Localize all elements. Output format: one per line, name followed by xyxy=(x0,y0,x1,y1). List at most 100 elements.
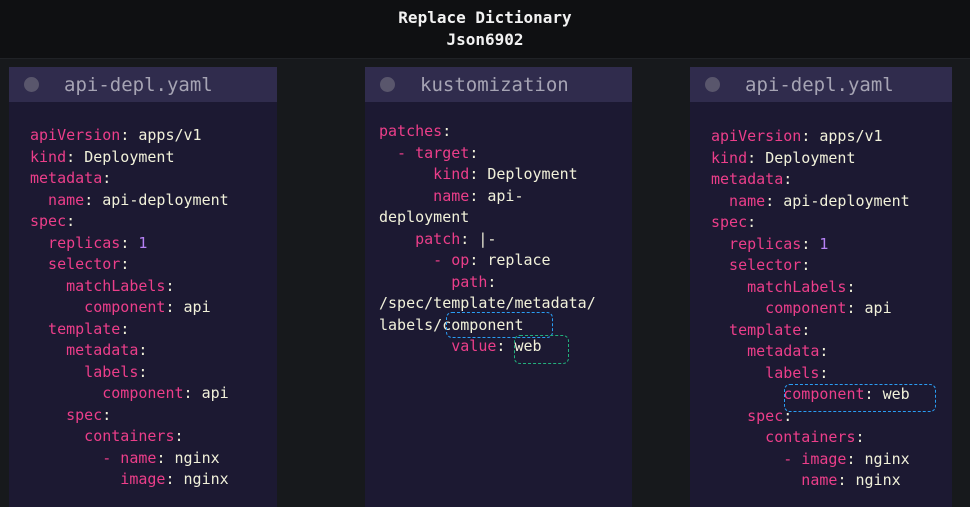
yaml-key: name xyxy=(30,190,85,209)
yaml-key: kind xyxy=(711,148,748,167)
yaml-colon: : xyxy=(801,234,820,253)
yaml-colon: : xyxy=(469,143,479,162)
yaml-value: api xyxy=(201,384,229,402)
yaml-colon: : xyxy=(183,384,202,402)
yaml-colon: : xyxy=(102,405,112,424)
title-line-2: Json6902 xyxy=(446,30,524,49)
code-line: metadata: xyxy=(30,340,229,362)
yaml-colon: : xyxy=(819,363,829,382)
yaml-key: component xyxy=(711,299,847,317)
yaml-value: api-deployment xyxy=(783,191,910,210)
code-line: name: api-deployment xyxy=(711,191,910,213)
code-line: component: api xyxy=(30,297,229,319)
yaml-colon: : xyxy=(442,122,452,140)
yaml-value: api- xyxy=(487,186,524,205)
yaml-value: api xyxy=(864,299,892,317)
code-line: kind: Deployment xyxy=(30,147,229,169)
yaml-colon: : xyxy=(846,449,865,468)
yaml-colon: : xyxy=(801,256,811,274)
yaml-key: - name xyxy=(30,448,157,467)
yaml-key: matchLabels xyxy=(30,276,166,295)
yaml-colon: : xyxy=(747,148,766,167)
code-line: - image: nginx xyxy=(711,449,909,471)
yaml-colon: : xyxy=(120,319,130,338)
panel-result-deployment: api-depl.yaml apiVersion: apps/v1 kind: D… xyxy=(690,67,952,507)
code-line: metadata: xyxy=(711,169,910,191)
yaml-key: name xyxy=(711,191,766,210)
yaml-value: 1 xyxy=(819,234,829,253)
yaml-value: replace xyxy=(487,251,551,269)
yaml-colon: : xyxy=(156,448,175,467)
code-line: selector: xyxy=(30,254,229,276)
code-line: name: api-deployment xyxy=(30,190,229,212)
yaml-value: apps/v1 xyxy=(819,127,883,145)
yaml-key: kind xyxy=(379,165,470,183)
code-line: spec: xyxy=(711,212,910,234)
code-line: image: nginx xyxy=(30,469,229,491)
yaml-value: Deployment xyxy=(487,165,578,183)
yaml-colon: : xyxy=(165,298,184,316)
code-line: - target: xyxy=(379,143,596,165)
code-line: apiVersion: apps/v1 xyxy=(30,125,229,147)
code-line: labels: xyxy=(711,363,910,385)
yaml-colon: : xyxy=(460,229,479,248)
yaml-key: matchLabels xyxy=(711,277,847,296)
yaml-key: - target xyxy=(379,143,470,162)
code-line: template: xyxy=(711,320,910,342)
yaml-key: template xyxy=(711,320,802,339)
yaml-colon: : xyxy=(165,470,184,488)
yaml-key: containers xyxy=(711,428,856,446)
code-line: component: api xyxy=(30,383,229,405)
yaml-value: Deployment xyxy=(765,148,856,167)
code-line: replicas: 1 xyxy=(711,234,910,256)
panel-header: api-depl.yaml xyxy=(9,67,277,102)
window-dot-icon xyxy=(24,77,39,92)
yaml-key: metadata xyxy=(30,169,103,187)
yaml-key: patch xyxy=(379,229,461,248)
yaml-colon: : xyxy=(66,147,85,166)
code-block: apiVersion: apps/v1 kind: Deployment metad… xyxy=(30,125,229,491)
yaml-colon: : xyxy=(174,427,184,445)
yaml-key: value xyxy=(379,337,497,355)
yaml-colon: : xyxy=(765,191,784,210)
yaml-key: apiVersion xyxy=(30,126,121,144)
yaml-colon: : xyxy=(66,212,76,230)
code-line: kind: Deployment xyxy=(379,164,596,186)
yaml-value: Deployment xyxy=(84,147,175,166)
yaml-colon: : xyxy=(165,276,175,295)
yaml-colon: : xyxy=(469,186,488,205)
yaml-value: 1 xyxy=(138,233,148,252)
panel-kustomization: kustomization patches: - target: kind: D… xyxy=(365,67,632,507)
code-block: apiVersion: apps/v1 kind: Deployment metad… xyxy=(711,126,910,492)
yaml-value: deployment xyxy=(379,208,470,226)
yaml-value: nginx xyxy=(183,470,229,488)
yaml-key: spec xyxy=(711,406,784,425)
yaml-colon: : xyxy=(783,170,793,188)
code-line: metadata: xyxy=(711,341,910,363)
yaml-colon: : xyxy=(120,233,139,252)
code-line: matchLabels: xyxy=(711,277,910,299)
yaml-key: - op xyxy=(379,251,470,269)
code-line: template: xyxy=(30,319,229,341)
yaml-key: component xyxy=(30,384,184,402)
panel-title: api-depl.yaml xyxy=(745,74,894,96)
yaml-colon: : xyxy=(846,277,856,296)
yaml-key: metadata xyxy=(711,170,784,188)
yaml-colon: : xyxy=(138,341,148,359)
yaml-value: nginx xyxy=(855,471,901,489)
yaml-colon: : xyxy=(801,320,811,339)
code-line: selector: xyxy=(711,255,910,277)
highlight-value-web xyxy=(514,335,569,364)
yaml-value: /spec/template/metadata/ xyxy=(379,294,596,312)
yaml-key: image xyxy=(30,470,166,488)
yaml-colon: : xyxy=(120,126,139,144)
yaml-colon: : xyxy=(837,471,856,489)
yaml-colon: : xyxy=(102,169,112,187)
code-line: - op: replace xyxy=(379,250,596,272)
code-line: apiVersion: apps/v1 xyxy=(711,126,910,148)
yaml-colon: : xyxy=(120,255,130,273)
yaml-value: |- xyxy=(478,229,497,248)
yaml-key: name xyxy=(711,471,838,489)
panel-header: kustomization xyxy=(365,67,632,102)
yaml-key: template xyxy=(30,319,121,338)
